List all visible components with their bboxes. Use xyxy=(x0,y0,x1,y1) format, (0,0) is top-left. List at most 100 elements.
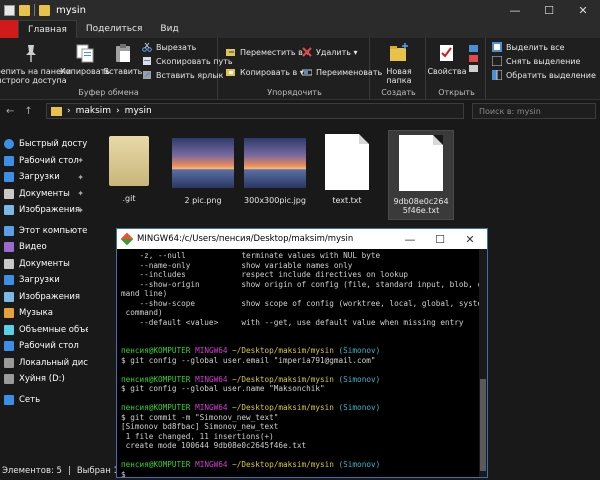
sidebar-item[interactable]: Рабочий стол xyxy=(0,338,88,355)
terminal-titlebar[interactable]: MINGW64:/c/Users/пенсия/Desktop/maksim/m… xyxy=(117,229,487,249)
terminal-scrollbar[interactable] xyxy=(479,249,487,477)
properties-icon xyxy=(440,45,453,61)
scrollbar-thumb[interactable] xyxy=(480,379,486,471)
terminal-line: --default <value> with --get, use defaul… xyxy=(121,318,479,328)
back-arrow-icon[interactable]: ← xyxy=(6,106,14,117)
sidebar-item-label: Загрузки xyxy=(19,275,60,286)
move-to-icon xyxy=(226,49,235,56)
rename-button[interactable]: Переименовать xyxy=(302,67,382,77)
terminal-text: --name-only show variable names only xyxy=(121,260,353,270)
file-item-300x300pic[interactable]: 300x300pic.jpg xyxy=(240,130,310,205)
sidebar-item-label: Рабочий стол xyxy=(19,155,79,166)
sidebar-item[interactable]: Загрузки xyxy=(0,272,88,289)
cut-button[interactable]: Вырезать xyxy=(142,42,196,52)
properties-button[interactable]: Свойства xyxy=(427,42,467,76)
terminal-text: $ git config --global user.email "imperi… xyxy=(121,355,376,365)
close-button[interactable]: ✕ xyxy=(566,0,600,20)
sidebar-item[interactable]: Изображения xyxy=(0,289,88,306)
copy-icon xyxy=(76,44,94,63)
file-item-git[interactable]: .git xyxy=(94,130,164,203)
new-folder-button[interactable]: Новая папка xyxy=(374,42,424,85)
breadcrumb-maksim[interactable]: maksim xyxy=(76,106,111,116)
select-all-button[interactable]: Выделить все xyxy=(492,42,565,52)
sidebar-item[interactable]: Музыка xyxy=(0,305,88,322)
terminal-text: ~/Desktop/maksim/mysin xyxy=(232,403,339,412)
file-item-text-txt[interactable]: text.txt xyxy=(312,130,382,205)
terminal-output[interactable]: -z, --null terminate values with NUL byt… xyxy=(117,249,481,477)
sidebar-item[interactable]: Локальный диск (C:) xyxy=(0,355,88,372)
open-group: Свойства Открыть xyxy=(427,38,486,100)
terminal-close-button[interactable]: ✕ xyxy=(455,229,485,249)
navigation-pane: Быстрый доступ Рабочий стол ✦ Загрузки ✦ Доку… xyxy=(0,132,88,460)
terminal-text: (Simonov) xyxy=(338,346,381,355)
open-options-icon[interactable] xyxy=(468,44,480,74)
terminal-text: пенсия@KOMPUTER xyxy=(121,403,196,412)
copy-to-button[interactable]: Копировать в ▾ xyxy=(226,67,304,77)
sidebar-item[interactable]: Видео xyxy=(0,239,88,256)
terminal-line: --name-only show variable names only xyxy=(121,261,479,271)
invert-selection-label: Обратить выделение xyxy=(506,70,596,80)
terminal-maximize-button[interactable]: ☐ xyxy=(425,229,455,249)
search-input[interactable]: Поиск в: mysin xyxy=(472,103,596,119)
pin-quick-access-button[interactable]: крепить на панели ыстрого доступа xyxy=(0,42,71,85)
sidebar-item[interactable]: Изображения ✦ xyxy=(0,202,88,219)
sidebar-item[interactable]: Быстрый доступ xyxy=(0,136,88,153)
paste-shortcut-button[interactable]: Вставить ярлык xyxy=(142,70,223,80)
terminal-text: пенсия@KOMPUTER xyxy=(121,374,196,384)
terminal-line: command) xyxy=(121,308,479,318)
copy-label: Копировать xyxy=(60,67,110,76)
terminal-text: create mode 100644 9db08e0c2645f46e.txt xyxy=(121,441,307,450)
file-name: 9db08e0c2645f46e.txt xyxy=(393,197,449,215)
sidebar-item[interactable]: Документы ✦ xyxy=(0,186,88,203)
file-item-2pic[interactable]: 2 pic.png xyxy=(168,130,238,205)
sidebar-item[interactable]: Документы xyxy=(0,256,88,273)
up-arrow-icon[interactable]: ↑ xyxy=(24,106,32,117)
tab-file[interactable] xyxy=(0,20,18,38)
terminal-line: --show-scope show scope of config (workt… xyxy=(121,299,480,309)
properties-qa-icon[interactable] xyxy=(4,4,15,16)
sidebar-item-label: Изображения xyxy=(19,205,81,216)
sidebar-item[interactable]: Сеть xyxy=(0,392,88,409)
file-item-9db08e0c2645f46e[interactable]: 9db08e0c2645f46e.txt xyxy=(388,130,454,220)
terminal-text: command) xyxy=(121,308,163,317)
terminal-text: ~/Desktop/maksim/mysin xyxy=(232,374,339,384)
breadcrumb-mysin[interactable]: mysin xyxy=(125,106,152,116)
status-divider: | xyxy=(67,466,71,476)
tab-view[interactable]: Вид xyxy=(151,20,187,38)
tab-share[interactable]: Поделиться xyxy=(77,20,152,38)
paste-icon xyxy=(116,44,130,62)
new-folder-qa-icon[interactable] xyxy=(19,4,30,16)
copy-button[interactable]: Копировать xyxy=(60,42,110,76)
minimize-button[interactable]: — xyxy=(498,0,532,20)
paste-button[interactable]: Вставить xyxy=(104,42,142,76)
sidebar-item[interactable]: Хуйня (D:) xyxy=(0,371,88,388)
sidebar-item[interactable]: Загрузки ✦ xyxy=(0,169,88,186)
ribbon: крепить на панели ыстрого доступа Копиро… xyxy=(0,38,600,100)
tab-home[interactable]: Главная xyxy=(18,20,77,38)
delete-icon xyxy=(302,47,312,57)
sidebar-item[interactable]: Этот компьютер xyxy=(0,223,88,240)
copy-path-button[interactable]: Скопировать путь xyxy=(142,56,233,66)
toolbar-divider xyxy=(34,4,35,16)
address-path[interactable]: › maksim › mysin xyxy=(46,103,464,119)
mingw-terminal-window[interactable]: MINGW64:/c/Users/пенсия/Desktop/maksim/m… xyxy=(116,228,488,478)
sidebar-item[interactable]: Рабочий стол ✦ xyxy=(0,153,88,170)
delete-button[interactable]: Удалить ▾ xyxy=(302,47,358,57)
folder-icon xyxy=(39,4,50,16)
select-none-button[interactable]: Снять выделение xyxy=(492,56,580,66)
terminal-text: пенсия@KOMPUTER xyxy=(121,346,196,355)
invert-selection-button[interactable]: Обратить выделение xyxy=(492,70,596,80)
git-icon xyxy=(120,232,134,246)
invert-selection-icon xyxy=(492,70,502,80)
select-none-label: Снять выделение xyxy=(506,56,581,66)
terminal-minimize-button[interactable]: — xyxy=(395,229,425,249)
terminal-text: ~/Desktop/maksim/mysin xyxy=(232,346,339,355)
maximize-button[interactable]: ☐ xyxy=(532,0,566,20)
sidebar-item[interactable]: Объемные объекты xyxy=(0,322,88,339)
move-to-button[interactable]: Переместить в ▾ xyxy=(226,47,309,57)
pin-icon: ✦ xyxy=(77,156,84,166)
explorer-titlebar: mysin — ☐ ✕ xyxy=(0,0,600,20)
folder-icon xyxy=(51,106,62,116)
file-name: 2 pic.png xyxy=(184,196,222,205)
